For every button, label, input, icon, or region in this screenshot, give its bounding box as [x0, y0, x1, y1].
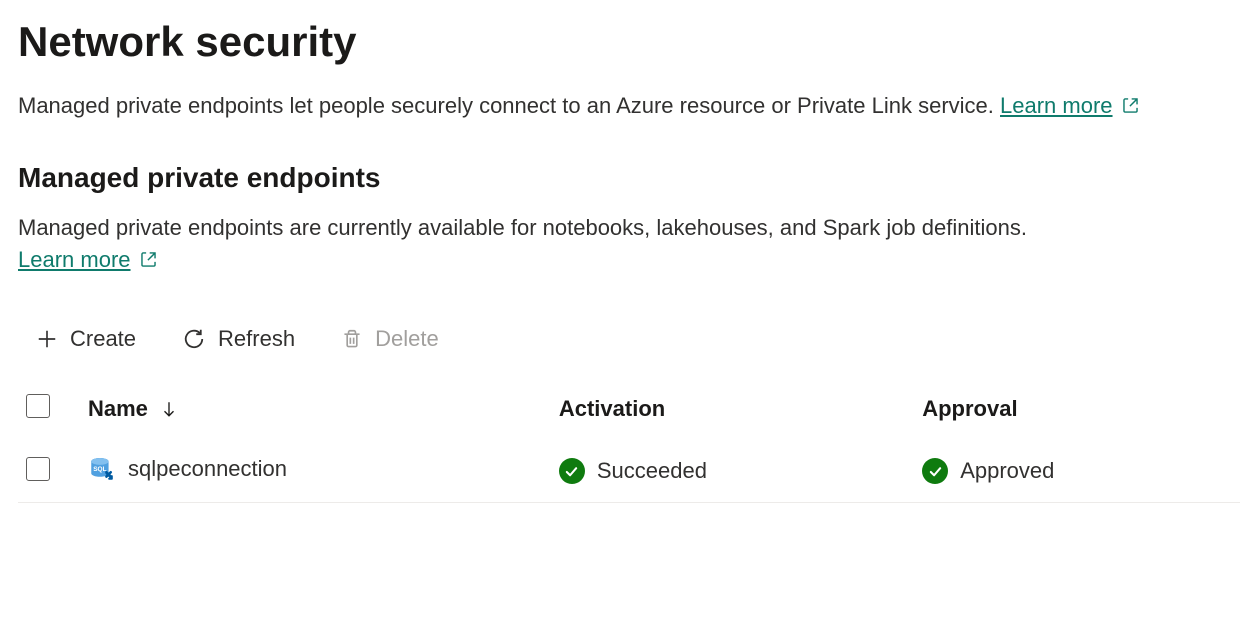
checkmark-icon: [928, 464, 943, 479]
learn-more-link[interactable]: Learn more: [1000, 90, 1140, 122]
success-badge: [922, 458, 948, 484]
column-header-approval[interactable]: Approval: [910, 384, 1240, 442]
column-approval-label: Approval: [922, 396, 1017, 421]
column-name-label: Name: [88, 396, 148, 422]
row-name: sqlpeconnection: [128, 456, 287, 482]
column-activation-label: Activation: [559, 396, 665, 421]
table-row[interactable]: SQL sqlpeconnection: [18, 442, 1240, 503]
column-header-activation[interactable]: Activation: [547, 384, 910, 442]
section-description-text: Managed private endpoints are currently …: [18, 215, 1027, 240]
row-activation: Succeeded: [597, 458, 707, 484]
external-link-icon: [139, 250, 158, 269]
page-description: Managed private endpoints let people sec…: [18, 90, 1148, 122]
section-description: Managed private endpoints are currently …: [18, 212, 1148, 276]
row-approval: Approved: [960, 458, 1054, 484]
sql-database-icon: SQL: [88, 456, 114, 482]
delete-button: Delete: [341, 326, 439, 352]
plus-icon: [36, 328, 58, 350]
create-button-label: Create: [70, 326, 136, 352]
page-title: Network security: [18, 18, 1240, 66]
success-badge: [559, 458, 585, 484]
page-description-text: Managed private endpoints let people sec…: [18, 93, 994, 118]
section-title: Managed private endpoints: [18, 162, 1240, 194]
header-checkbox-cell: [18, 384, 76, 442]
row-checkbox[interactable]: [26, 457, 50, 481]
svg-text:SQL: SQL: [93, 466, 106, 473]
refresh-button-label: Refresh: [218, 326, 295, 352]
endpoints-table: Name Activation Approval: [18, 384, 1240, 503]
create-button[interactable]: Create: [36, 326, 136, 352]
refresh-button[interactable]: Refresh: [182, 326, 295, 352]
checkmark-icon: [564, 464, 579, 479]
section-learn-more-link[interactable]: Learn more: [18, 244, 158, 276]
section-learn-more-text: Learn more: [18, 244, 131, 276]
refresh-icon: [182, 327, 206, 351]
external-link-icon: [1121, 96, 1140, 115]
toolbar: Create Refresh Delete: [36, 326, 1240, 352]
learn-more-text: Learn more: [1000, 90, 1113, 122]
delete-icon: [341, 328, 363, 350]
sort-arrow-down-icon: [160, 398, 178, 420]
column-header-name[interactable]: Name: [76, 384, 547, 442]
select-all-checkbox[interactable]: [26, 394, 50, 418]
delete-button-label: Delete: [375, 326, 439, 352]
